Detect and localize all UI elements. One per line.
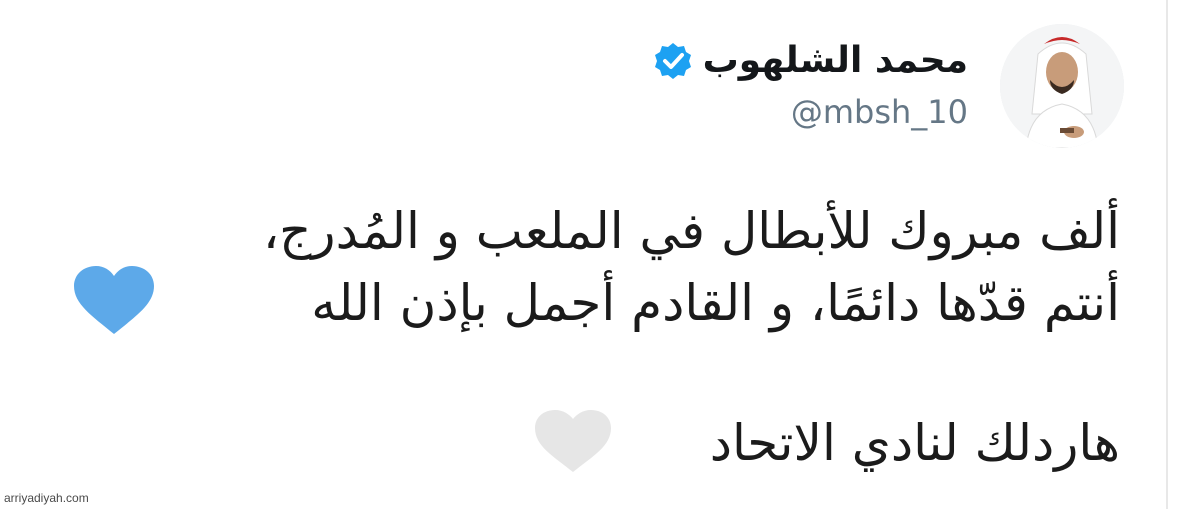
tweet-text-line-2: أنتم قدّها دائمًا، و القادم أجمل بإذن ال… [311,274,1120,332]
tweet-text-line-1: ألف مبروك للأبطال في الملعب و المُدرج، [263,202,1120,260]
tweet-card: محمد الشلهوب @mbsh_10 ألف مبروك للأبطال … [0,0,1200,509]
white-heart-icon [535,410,611,472]
user-header: محمد الشلهوب [653,36,968,86]
display-name[interactable]: محمد الشلهوب [703,36,968,86]
tweet-text-line-3: هاردلك لنادي الاتحاد [709,414,1120,472]
divider [1166,0,1168,509]
avatar[interactable] [1000,24,1124,148]
watermark: arriyadiyah.com [4,491,89,505]
avatar-image [1000,24,1124,148]
user-handle[interactable]: @mbsh_10 [791,92,968,132]
verified-badge-icon [654,43,691,79]
blue-heart-icon [74,266,154,334]
